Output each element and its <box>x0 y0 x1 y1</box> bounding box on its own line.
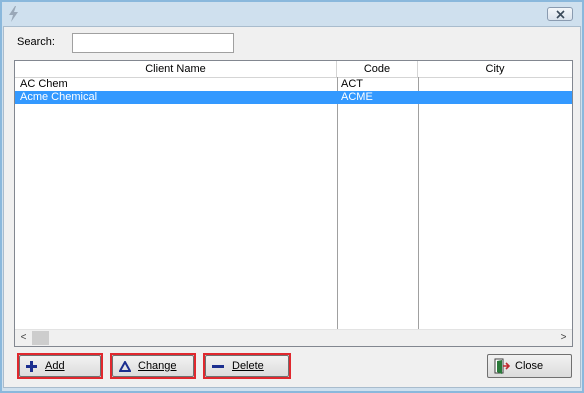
minus-icon <box>212 365 224 368</box>
delete-button-label: Delete <box>232 360 264 372</box>
add-button-label: Add <box>45 360 65 372</box>
grid-header: Client Name Code City <box>15 61 572 78</box>
delete-button[interactable]: Delete <box>205 355 289 377</box>
search-input[interactable] <box>72 33 234 53</box>
close-button-label: Close <box>515 360 544 372</box>
cell-code: ACT <box>341 78 363 90</box>
close-icon <box>556 10 565 19</box>
search-label: Search: <box>17 36 55 48</box>
cell-client-name: Acme Chemical <box>20 91 98 103</box>
cell-city <box>422 91 570 104</box>
column-divider <box>418 77 419 330</box>
title-bar[interactable] <box>2 2 582 26</box>
plus-icon <box>26 361 37 372</box>
cell-city <box>422 78 570 91</box>
table-row-selected[interactable]: Acme Chemical ACME <box>15 91 572 104</box>
column-header-client-name[interactable]: Client Name <box>15 61 337 77</box>
change-button-label: Change <box>138 360 177 372</box>
column-header-city[interactable]: City <box>418 61 572 77</box>
scroll-left-button[interactable]: < <box>15 330 32 346</box>
column-header-code[interactable]: Code <box>337 61 418 77</box>
client-lookup-window: Search: Client Name Code City AC Chem AC… <box>0 0 584 393</box>
column-divider <box>337 77 338 330</box>
scroll-thumb[interactable] <box>32 331 49 345</box>
exit-door-icon <box>494 358 510 374</box>
triangle-up-icon <box>119 361 131 372</box>
close-button[interactable]: Close <box>487 354 572 378</box>
change-button[interactable]: Change <box>112 355 194 377</box>
horizontal-scrollbar[interactable]: < > <box>15 329 572 346</box>
window-close-button[interactable] <box>547 7 573 21</box>
scroll-right-button[interactable]: > <box>555 330 572 346</box>
dialog-body: Search: Client Name Code City AC Chem AC… <box>3 26 581 388</box>
add-button[interactable]: Add <box>19 355 101 377</box>
lightning-bolt-icon <box>9 6 18 22</box>
cell-client-name: AC Chem <box>20 78 68 90</box>
client-grid[interactable]: Client Name Code City AC Chem ACT Acme C… <box>14 60 573 347</box>
cell-code: ACME <box>341 91 373 103</box>
table-row[interactable]: AC Chem ACT <box>15 78 572 91</box>
